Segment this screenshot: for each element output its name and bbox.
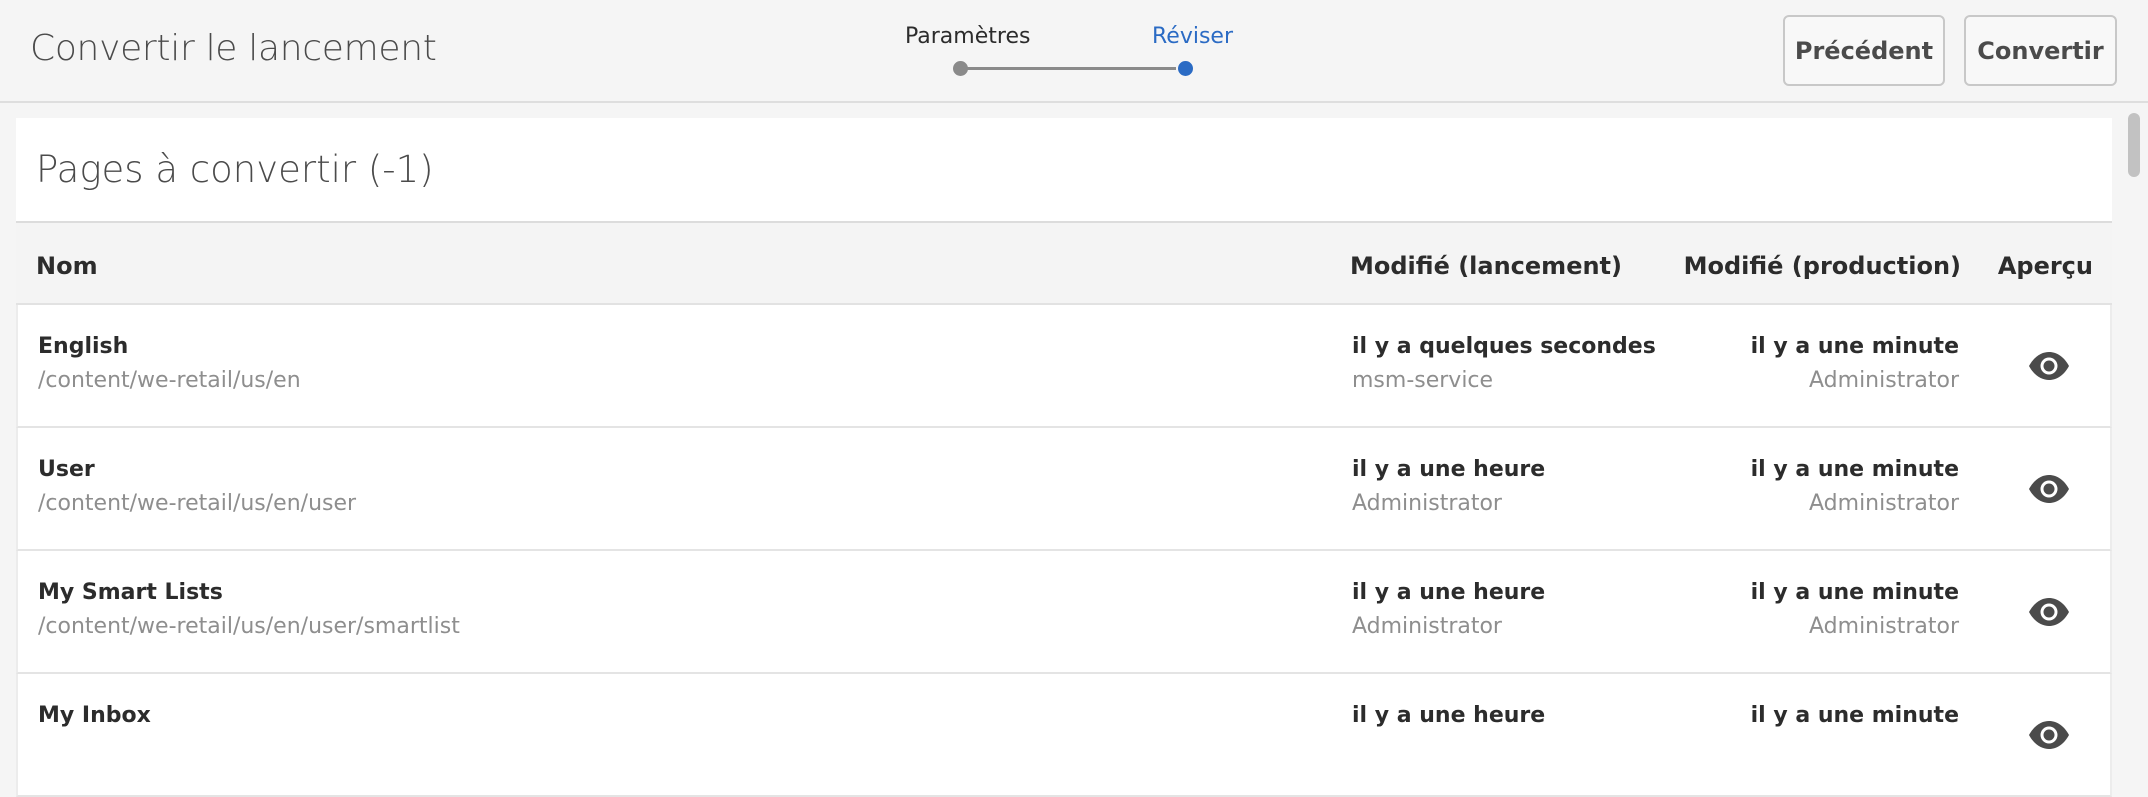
launch-modified-time: il y a une heure bbox=[1352, 580, 1546, 605]
table-row[interactable]: My Inbox il y a une heure il y a une min… bbox=[16, 674, 2112, 797]
production-modified-time: il y a une minute bbox=[1750, 703, 1959, 728]
page-name: My Smart Lists bbox=[38, 580, 223, 605]
column-header-name[interactable]: Nom bbox=[36, 252, 98, 280]
wizard-header: Convertir le lancement Paramètres Révise… bbox=[0, 0, 2148, 103]
launch-modified-user: Administrator bbox=[1352, 491, 1502, 516]
pages-panel: Pages à convertir (-1) Nom Modifié (lanc… bbox=[16, 118, 2112, 797]
page-path: /content/we-retail/us/en/user/smartlist bbox=[38, 614, 460, 639]
production-modified-time: il y a une minute bbox=[1750, 580, 1959, 605]
production-modified-user: Administrator bbox=[1809, 368, 1959, 393]
table-row[interactable]: English /content/we-retail/us/en il y a … bbox=[16, 305, 2112, 428]
production-modified-time: il y a une minute bbox=[1750, 457, 1959, 482]
convert-button[interactable]: Convertir bbox=[1964, 15, 2117, 86]
table-row[interactable]: My Smart Lists /content/we-retail/us/en/… bbox=[16, 551, 2112, 674]
launch-modified-time: il y a une heure bbox=[1352, 703, 1546, 728]
step-connector bbox=[960, 67, 1176, 70]
eye-icon[interactable] bbox=[2026, 347, 2072, 385]
production-modified-user: Administrator bbox=[1809, 614, 1959, 639]
panel-title: Pages à convertir (-1) bbox=[36, 148, 434, 191]
page-name: User bbox=[38, 457, 95, 482]
vertical-scrollbar[interactable] bbox=[2120, 103, 2148, 742]
column-header-preview: Aperçu bbox=[1997, 252, 2093, 280]
pages-table-body: English /content/we-retail/us/en il y a … bbox=[16, 305, 2112, 797]
step-parametres-marker[interactable] bbox=[953, 61, 968, 76]
scrollbar-thumb[interactable] bbox=[2128, 113, 2140, 177]
eye-icon[interactable] bbox=[2026, 593, 2072, 631]
page-name: My Inbox bbox=[38, 703, 151, 728]
step-reviser-label[interactable]: Réviser bbox=[1152, 24, 1233, 49]
table-row[interactable]: User /content/we-retail/us/en/user il y … bbox=[16, 428, 2112, 551]
step-reviser-marker[interactable] bbox=[1178, 61, 1193, 76]
eye-icon[interactable] bbox=[2026, 716, 2072, 754]
launch-modified-time: il y a une heure bbox=[1352, 457, 1546, 482]
eye-icon[interactable] bbox=[2026, 470, 2072, 508]
launch-modified-time: il y a quelques secondes bbox=[1352, 334, 1656, 359]
launch-modified-user: msm-service bbox=[1352, 368, 1494, 393]
step-list: Paramètres Réviser bbox=[890, 22, 1250, 82]
launch-modified-user: Administrator bbox=[1352, 614, 1502, 639]
production-modified-user: Administrator bbox=[1809, 491, 1959, 516]
page-path: /content/we-retail/us/en/user bbox=[38, 491, 357, 516]
column-header-modified-production[interactable]: Modifié (production) bbox=[1684, 252, 1961, 280]
page-name: English bbox=[38, 334, 129, 359]
production-modified-time: il y a une minute bbox=[1750, 334, 1959, 359]
column-header-modified-launch[interactable]: Modifié (lancement) bbox=[1350, 252, 1622, 280]
step-parametres-label[interactable]: Paramètres bbox=[905, 24, 1030, 49]
wizard-title: Convertir le lancement bbox=[30, 28, 437, 69]
previous-button[interactable]: Précédent bbox=[1783, 15, 1945, 86]
table-header: Nom Modifié (lancement) Modifié (product… bbox=[16, 223, 2112, 305]
page-path: /content/we-retail/us/en bbox=[38, 368, 301, 393]
